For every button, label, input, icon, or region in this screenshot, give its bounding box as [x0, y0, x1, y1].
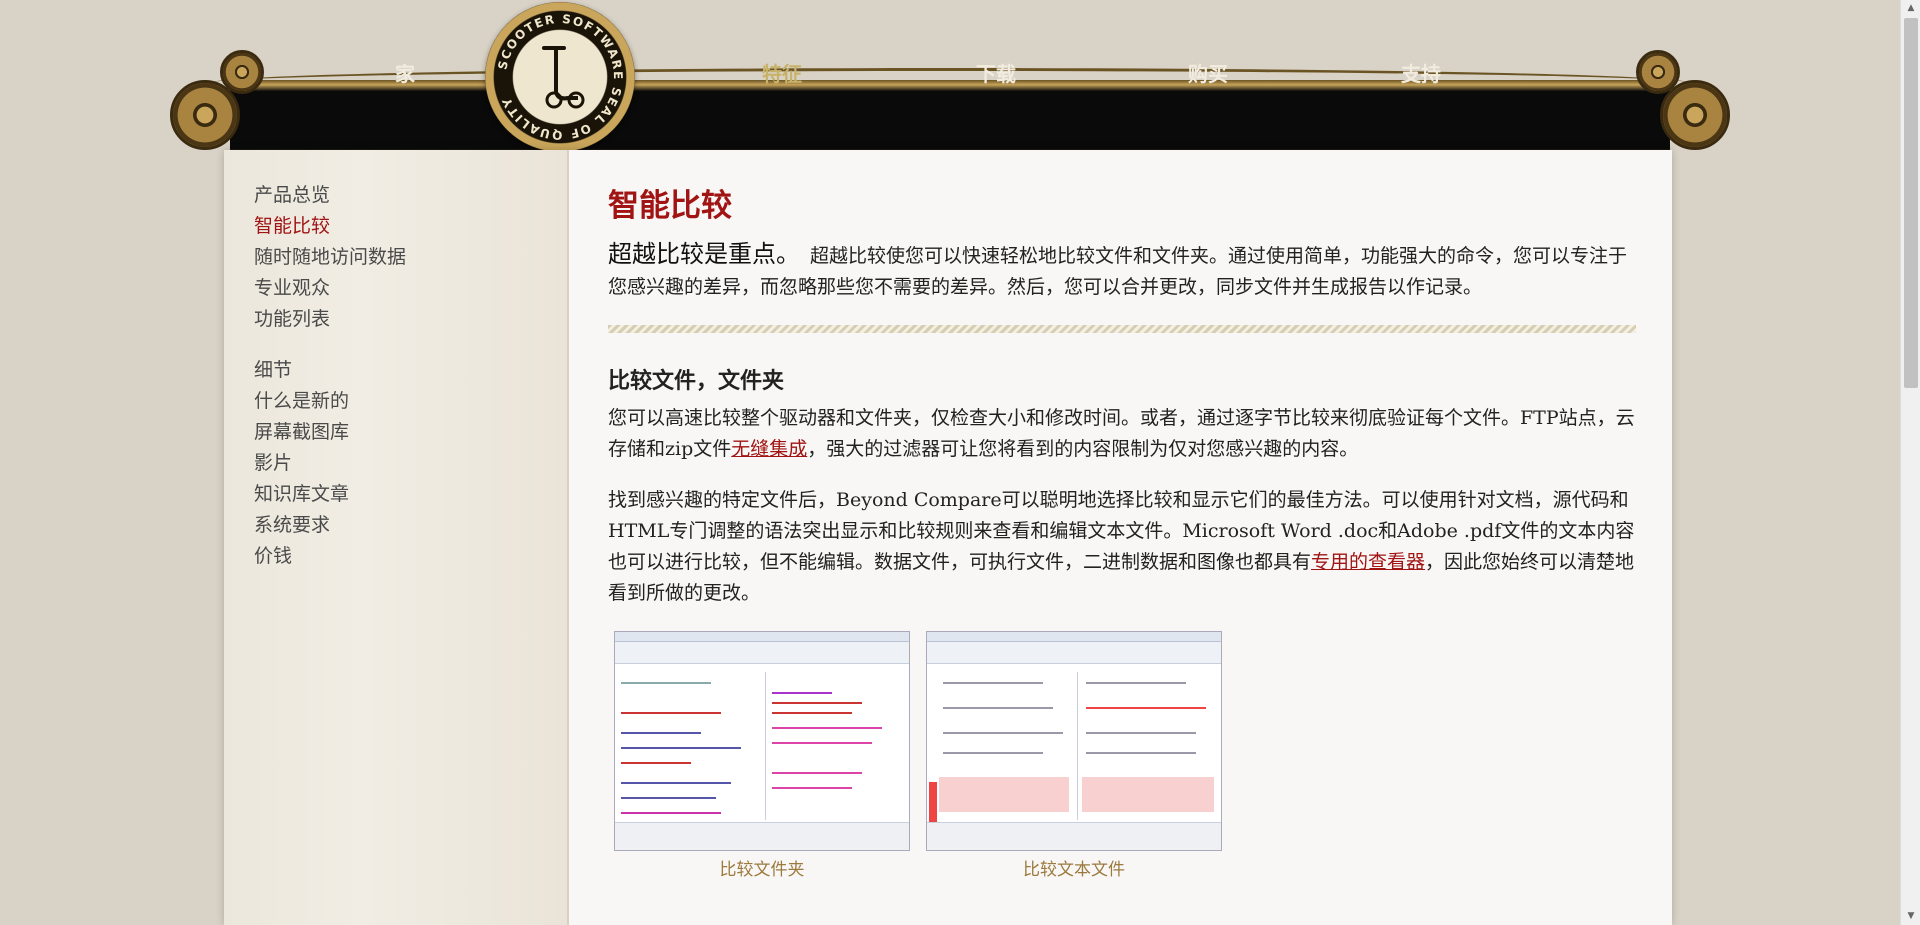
sidebar-item-kb-articles[interactable]: 知识库文章: [224, 479, 567, 510]
sidebar-item-data-access[interactable]: 随时随地访问数据: [224, 242, 567, 273]
scrollbar-thumb[interactable]: [1904, 18, 1918, 388]
lead-paragraph: 超越比较是重点。 超越比较使您可以快速轻松地比较文件和文件夹。通过使用简单，功能强…: [608, 239, 1636, 303]
folder-compare-screenshot[interactable]: [614, 631, 910, 851]
p1-after: ，强大的过滤器可让您将看到的内容限制为仅对您感兴趣的内容。: [807, 438, 1359, 460]
thumbnail-caption-text[interactable]: 比较文本文件: [926, 855, 1222, 880]
main-content: 智能比较 超越比较是重点。 超越比较使您可以快速轻松地比较文件和文件夹。通过使用简…: [608, 180, 1636, 880]
scroll-up-icon[interactable]: ▲: [1901, 0, 1920, 17]
text-compare-screenshot[interactable]: [926, 631, 1222, 851]
sidebar-item-smart-compare[interactable]: 智能比较: [224, 211, 567, 242]
thumbnail-text-compare[interactable]: 比较文本文件: [926, 631, 1222, 880]
gear-small-left-icon: [220, 50, 264, 94]
nav-home[interactable]: 家: [395, 58, 415, 87]
sidebar-item-product-overview[interactable]: 产品总览: [224, 180, 567, 211]
nav-download[interactable]: 下载: [976, 58, 1016, 87]
sidebar-item-system-requirements[interactable]: 系统要求: [224, 510, 567, 541]
sidebar-item-whats-new[interactable]: 什么是新的: [224, 386, 567, 417]
seal-logo[interactable]: SCOOTER SOFTWARE SEAL OF QUALITY: [485, 2, 635, 152]
sidebar-item-videos[interactable]: 影片: [224, 448, 567, 479]
paragraph-2: 找到感兴趣的特定文件后，Beyond Compare可以聪明地选择比较和显示它们…: [608, 485, 1636, 609]
shot-titlebar: [927, 632, 1221, 642]
page-scrollbar[interactable]: ▲ ▼: [1900, 0, 1920, 925]
page-title: 智能比较: [608, 188, 732, 224]
nav-buy[interactable]: 购买: [1188, 58, 1228, 87]
header-banner: 家 特征 下载 购买 支持 SCOOTER SOFTWARE SEAL OF Q…: [170, 2, 1730, 160]
scroll-down-icon[interactable]: ▼: [1901, 908, 1920, 925]
shot-toolbar: [615, 642, 909, 664]
shot-left-pane: [617, 672, 762, 820]
shot-right-pane: [765, 672, 909, 820]
gear-right-icon: [1660, 80, 1730, 150]
sidebar-item-pricing[interactable]: 价钱: [224, 541, 567, 572]
screenshot-thumbnails: 比较文件夹 比较文本文件: [608, 631, 1636, 880]
dedicated-viewer-link[interactable]: 专用的查看器: [1311, 551, 1425, 573]
thumbnail-caption-folders[interactable]: 比较文件夹: [614, 855, 910, 880]
scooter-icon: [542, 46, 585, 109]
shot-right-pane: [1077, 672, 1221, 824]
sidebar-item-details[interactable]: 细节: [224, 355, 567, 386]
sidebar-item-feature-list[interactable]: 功能列表: [224, 304, 567, 335]
thumbnail-folder-compare[interactable]: 比较文件夹: [614, 631, 910, 880]
seamless-integration-link[interactable]: 无缝集成: [731, 438, 807, 460]
nav-ribbon: [230, 80, 1670, 160]
nav-support[interactable]: 支持: [1401, 58, 1441, 87]
sidebar-item-screenshots[interactable]: 屏幕截图库: [224, 417, 567, 448]
sidebar: 产品总览 智能比较 随时随地访问数据 专业观众 功能列表 细节 什么是新的 屏幕…: [224, 150, 569, 925]
section-divider: [608, 325, 1636, 333]
paragraph-1: 您可以高速比较整个驱动器和文件夹，仅检查大小和修改时间。或者，通过逐字节比较来彻…: [608, 403, 1636, 465]
page-container: 产品总览 智能比较 随时随地访问数据 专业观众 功能列表 细节 什么是新的 屏幕…: [224, 150, 1672, 925]
gear-small-right-icon: [1636, 50, 1680, 94]
nav-features[interactable]: 特征: [762, 58, 802, 87]
shot-titlebar: [615, 632, 909, 642]
section-title: 比较文件，文件夹: [608, 369, 785, 394]
lead-strong: 超越比较是重点。: [608, 240, 800, 268]
sidebar-item-pro-audience[interactable]: 专业观众: [224, 273, 567, 304]
shot-status-bar: [927, 822, 1221, 850]
shot-toolbar: [927, 642, 1221, 664]
shot-left-pane: [929, 672, 1074, 842]
shot-status-bar: [615, 822, 909, 850]
